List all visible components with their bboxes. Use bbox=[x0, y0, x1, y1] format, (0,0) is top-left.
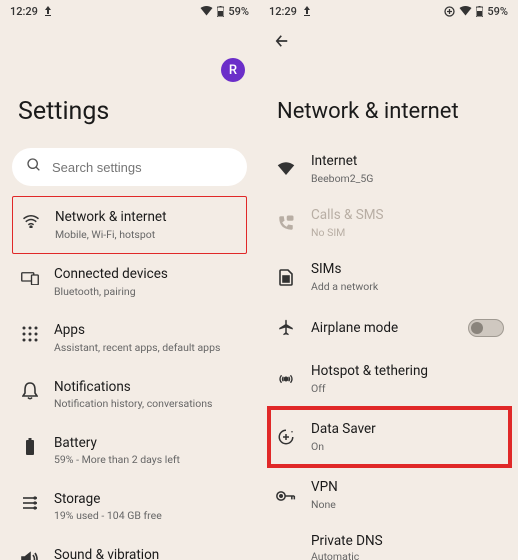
settings-item-sound[interactable]: Sound & vibration Volume, haptics, Do No… bbox=[12, 535, 247, 560]
back-button[interactable] bbox=[259, 22, 518, 54]
wifi-icon bbox=[200, 6, 213, 16]
net-item-sims[interactable]: SIMs Add a network bbox=[269, 250, 510, 304]
status-time: 12:29 bbox=[269, 5, 297, 18]
settings-item-network[interactable]: Network & internet Mobile, Wi-Fi, hotspo… bbox=[12, 196, 247, 254]
page-title: Network & internet bbox=[277, 99, 518, 124]
apps-grid-icon bbox=[20, 324, 40, 344]
item-title: Network & internet bbox=[55, 209, 166, 227]
search-icon bbox=[26, 157, 42, 177]
item-subtitle: None bbox=[311, 498, 338, 512]
item-subtitle: 19% used - 104 GB free bbox=[54, 509, 162, 523]
net-item-calls-sms[interactable]: Calls & SMS No SIM bbox=[269, 196, 510, 250]
vpn-key-icon bbox=[275, 485, 297, 507]
wifi-icon bbox=[275, 158, 297, 180]
search-input[interactable] bbox=[52, 160, 233, 175]
item-subtitle: Automatic bbox=[269, 549, 510, 560]
net-item-airplane[interactable]: Airplane mode bbox=[269, 305, 510, 353]
settings-item-connected-devices[interactable]: Connected devices Bluetooth, pairing bbox=[12, 254, 247, 310]
storage-icon bbox=[20, 493, 40, 513]
upload-arrow-icon bbox=[44, 6, 52, 16]
item-subtitle: On bbox=[311, 440, 376, 454]
airplane-toggle[interactable] bbox=[468, 319, 504, 337]
item-title: Battery bbox=[54, 435, 180, 453]
status-battery-pct: 59% bbox=[228, 5, 249, 18]
settings-item-battery[interactable]: Battery 59% - More than 2 days left bbox=[12, 423, 247, 479]
profile-avatar[interactable]: R bbox=[221, 58, 245, 82]
battery-icon bbox=[476, 6, 483, 17]
status-bar: 12:29 59% bbox=[259, 0, 518, 22]
item-subtitle: No SIM bbox=[311, 226, 384, 240]
item-title: Internet bbox=[311, 153, 373, 171]
data-saver-icon bbox=[275, 426, 297, 448]
item-subtitle: Assistant, recent apps, default apps bbox=[54, 341, 220, 355]
battery-icon bbox=[217, 6, 224, 17]
settings-screen: 12:29 59% R Settings Netw bbox=[0, 0, 259, 560]
item-title: Calls & SMS bbox=[311, 207, 384, 225]
settings-item-apps[interactable]: Apps Assistant, recent apps, default app… bbox=[12, 310, 247, 366]
net-item-internet[interactable]: Internet Beebom2_5G bbox=[269, 142, 510, 196]
settings-list: Network & internet Mobile, Wi-Fi, hotspo… bbox=[0, 196, 259, 560]
hotspot-icon bbox=[275, 368, 297, 390]
item-subtitle: Mobile, Wi-Fi, hotspot bbox=[55, 228, 166, 242]
wifi-icon bbox=[459, 6, 472, 16]
volume-icon bbox=[20, 549, 40, 560]
net-item-hotspot[interactable]: Hotspot & tethering Off bbox=[269, 352, 510, 406]
toggle-knob bbox=[471, 322, 483, 334]
item-title: Data Saver bbox=[311, 421, 376, 439]
search-settings[interactable] bbox=[12, 148, 247, 186]
airplane-icon bbox=[275, 317, 297, 339]
sim-icon bbox=[275, 266, 297, 288]
network-list: Internet Beebom2_5G Calls & SMS No SIM S… bbox=[259, 142, 518, 560]
item-title: Sound & vibration bbox=[54, 547, 202, 560]
item-title: SIMs bbox=[311, 261, 378, 279]
item-subtitle: 59% - More than 2 days left bbox=[54, 453, 180, 467]
devices-icon bbox=[20, 268, 40, 288]
page-title: Settings bbox=[18, 97, 259, 126]
item-subtitle: Off bbox=[311, 382, 428, 396]
network-internet-screen: 12:29 59% Network & internet bbox=[259, 0, 518, 560]
status-bar: 12:29 59% bbox=[0, 0, 259, 22]
settings-item-storage[interactable]: Storage 19% used - 104 GB free bbox=[12, 479, 247, 535]
item-title: Notifications bbox=[54, 379, 212, 397]
item-subtitle: Bluetooth, pairing bbox=[54, 285, 168, 299]
status-time: 12:29 bbox=[10, 5, 38, 18]
settings-item-notifications[interactable]: Notifications Notification history, conv… bbox=[12, 367, 247, 423]
item-title: Private DNS bbox=[269, 523, 510, 549]
net-item-vpn[interactable]: VPN None bbox=[269, 468, 510, 522]
bell-icon bbox=[20, 381, 40, 401]
wifi-icon bbox=[21, 211, 41, 231]
data-saver-status-icon bbox=[444, 6, 455, 17]
status-battery-pct: 59% bbox=[487, 5, 508, 18]
net-item-private-dns[interactable]: Private DNS Automatic bbox=[269, 523, 510, 560]
item-subtitle: Add a network bbox=[311, 280, 378, 294]
item-subtitle: Beebom2_5G bbox=[311, 172, 373, 186]
item-title: Apps bbox=[54, 322, 220, 340]
item-title: Airplane mode bbox=[311, 316, 398, 342]
item-subtitle: Notification history, conversations bbox=[54, 397, 212, 411]
item-title: Hotspot & tethering bbox=[311, 363, 428, 381]
battery-icon bbox=[20, 437, 40, 457]
net-item-data-saver[interactable]: Data Saver On bbox=[267, 406, 512, 468]
phone-icon bbox=[275, 212, 297, 234]
item-title: VPN bbox=[311, 479, 338, 497]
item-title: Storage bbox=[54, 491, 162, 509]
item-title: Connected devices bbox=[54, 266, 168, 284]
upload-arrow-icon bbox=[303, 6, 311, 16]
